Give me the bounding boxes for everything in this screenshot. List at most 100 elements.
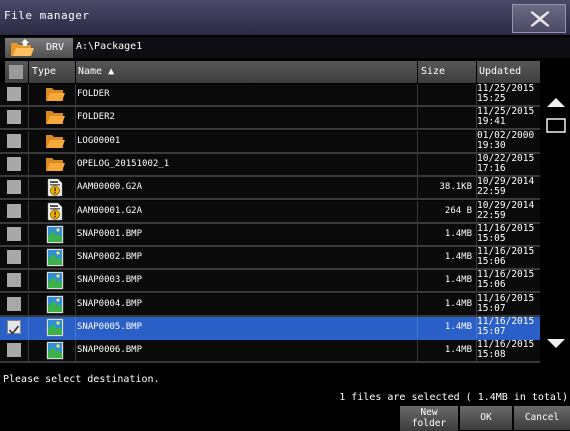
select-all-checkbox[interactable]	[9, 65, 23, 79]
file-size: 1.4MB	[444, 275, 472, 286]
ok-button[interactable]: OK	[460, 406, 512, 430]
file-size: 264 B	[444, 205, 472, 216]
column-divider	[75, 177, 76, 199]
updated-date: 10/29/2014	[477, 199, 535, 211]
file-name: LOG00001	[77, 135, 121, 146]
column-divider	[28, 177, 29, 199]
column-divider	[28, 317, 29, 338]
row-checkbox[interactable]	[7, 343, 21, 358]
file-updated: 11/16/2015 15:07	[477, 317, 539, 338]
file-size	[418, 154, 472, 175]
parent-folder-button[interactable]	[5, 38, 37, 58]
row-checkbox[interactable]	[7, 250, 21, 265]
updated-time: 15:06	[477, 279, 506, 291]
row-checkbox[interactable]	[7, 203, 21, 218]
column-divider	[28, 223, 29, 245]
file-updated: 11/16/2015 15:06	[477, 270, 539, 291]
file-name: SNAP0004.BMP	[77, 298, 143, 309]
new-folder-label-line1: New	[420, 407, 438, 418]
status-message: Please select destination.	[3, 374, 160, 385]
checkmark-icon	[8, 325, 20, 335]
row-checkbox[interactable]	[7, 87, 21, 101]
scroll-page-button[interactable]	[542, 112, 570, 138]
file-row[interactable]: SNAP0006.BMP 1.4MB 11/16/2015 15:08	[0, 340, 540, 364]
column-divider	[75, 84, 76, 105]
column-header-name[interactable]: Name ▲	[76, 61, 417, 83]
file-name: FOLDER2	[77, 112, 115, 123]
column-divider	[75, 130, 76, 152]
file-row[interactable]: FOLDER2 11/25/2015 19:41	[0, 107, 540, 131]
file-row[interactable]: OPELOG_20151002_1 10/22/2015 17:16	[0, 153, 540, 177]
row-checkbox[interactable]	[7, 110, 21, 125]
file-updated: 11/16/2015 15:05	[477, 223, 539, 245]
column-divider	[75, 200, 76, 222]
updated-time: 19:41	[477, 116, 506, 128]
updated-time: 15:05	[477, 232, 506, 244]
column-divider	[28, 200, 29, 222]
column-header-size[interactable]: Size	[418, 61, 476, 83]
file-name: SNAP0001.BMP	[77, 228, 143, 239]
updated-time: 15:06	[477, 256, 506, 268]
row-checkbox[interactable]	[7, 320, 21, 335]
scroll-down-button[interactable]	[542, 330, 570, 356]
file-row[interactable]: SNAP0003.BMP 1.4MB 11/16/2015 15:06	[0, 270, 540, 294]
file-list: FOLDER 11/25/2015 15:25 FOLDER2 11/25/2015 19…	[0, 84, 540, 364]
image-file-icon	[44, 318, 66, 337]
folder-icon	[44, 155, 66, 174]
row-checkbox[interactable]	[7, 273, 21, 288]
drive-button[interactable]: DRV	[37, 38, 73, 58]
updated-time: 15:25	[477, 93, 506, 104]
file-size: 1.4MB	[444, 322, 472, 332]
column-divider	[75, 223, 76, 245]
column-header-updated[interactable]: Updated	[477, 61, 540, 83]
current-path: A:\Package1	[76, 41, 143, 52]
file-row[interactable]: LOG00001 01/02/2000 19:30	[0, 130, 540, 154]
row-checkbox[interactable]	[7, 226, 21, 241]
file-updated: 10/22/2015 17:16	[477, 153, 539, 175]
file-updated: 11/16/2015 15:08	[477, 340, 539, 361]
file-row[interactable]: SNAP0005.BMP 1.4MB 11/16/2015 15:07	[0, 317, 540, 340]
file-size: 1.4MB	[444, 345, 472, 356]
file-name: AAM00000.G2A	[77, 182, 143, 193]
file-row[interactable]: SNAP0001.BMP 1.4MB 11/16/2015 15:05	[0, 223, 540, 247]
row-checkbox[interactable]	[7, 156, 21, 171]
file-size	[418, 131, 472, 152]
updated-time: 15:07	[477, 302, 506, 314]
row-checkbox[interactable]	[7, 133, 21, 148]
selection-summary: 1 files are selected ( 1.4MB in total)	[339, 392, 568, 403]
file-updated: 11/25/2015 15:25	[477, 84, 539, 105]
row-checkbox[interactable]	[7, 180, 21, 195]
file-row[interactable]: AAM00001.G2A 264 B 10/29/2014 22:59	[0, 199, 540, 224]
row-checkbox[interactable]	[7, 296, 21, 311]
window-title: File manager	[4, 9, 90, 22]
file-name: SNAP0003.BMP	[77, 275, 143, 286]
column-divider	[28, 270, 29, 292]
folder-icon	[44, 85, 66, 104]
select-all-header[interactable]	[5, 61, 28, 83]
column-divider	[28, 84, 29, 105]
file-name: SNAP0005.BMP	[77, 322, 143, 332]
file-row[interactable]: SNAP0002.BMP 1.4MB 11/16/2015 15:06	[0, 247, 540, 271]
file-updated: 11/16/2015 15:07	[477, 293, 539, 315]
column-divider	[75, 153, 76, 175]
column-header-type[interactable]: Type	[29, 61, 75, 83]
image-file-icon	[44, 248, 66, 267]
file-name: SNAP0006.BMP	[77, 345, 143, 356]
column-divider	[28, 340, 29, 362]
file-updated: 01/02/2000 19:30	[477, 130, 539, 152]
image-file-icon	[44, 341, 66, 360]
file-size: 1.4MB	[444, 228, 472, 239]
updated-time: 15:08	[477, 349, 506, 361]
file-row[interactable]: FOLDER 11/25/2015 15:25	[0, 84, 540, 107]
updated-time: 22:59	[477, 209, 506, 221]
file-name: SNAP0002.BMP	[77, 252, 143, 263]
updated-time: 15:07	[477, 326, 506, 337]
page-box-icon	[546, 118, 566, 133]
new-folder-button[interactable]: New folder	[400, 406, 458, 431]
cancel-button[interactable]: Cancel	[514, 406, 570, 430]
file-row[interactable]: SNAP0004.BMP 1.4MB 11/16/2015 15:07	[0, 293, 540, 317]
folder-up-icon	[11, 39, 34, 56]
close-button[interactable]	[512, 4, 566, 33]
column-divider	[75, 317, 76, 338]
file-row[interactable]: AAM00000.G2A 38.1KB 10/29/2014 22:59	[0, 177, 540, 201]
